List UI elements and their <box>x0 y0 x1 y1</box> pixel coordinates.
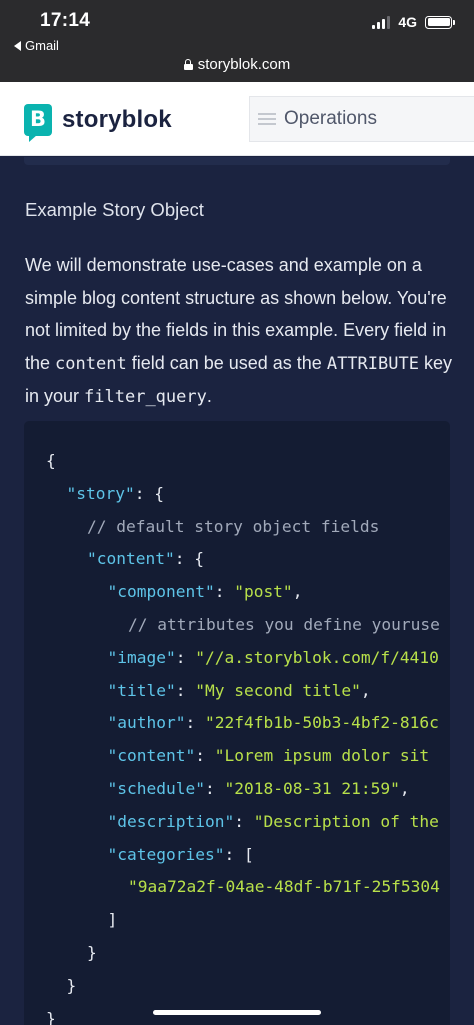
back-app-label: Gmail <box>25 38 59 53</box>
code-token-punc: : { <box>174 549 204 569</box>
code-token-punc: : <box>214 582 235 602</box>
battery-icon <box>425 15 455 29</box>
code-token-punc: } <box>66 975 77 995</box>
operations-menu-button[interactable]: Operations <box>249 96 474 142</box>
code-line: "9aa72a2f-04ae-48df-b71f-25f5304 <box>128 875 440 899</box>
code-token-key: "categories" <box>107 844 225 864</box>
code-token-punc: : <box>185 713 205 733</box>
code-token-punc: ] <box>107 910 118 930</box>
code-token-punc: : <box>175 647 196 667</box>
code-token-str: "9aa72a2f-04ae-48df-b71f-25f5304 <box>128 877 440 897</box>
code-token-punc: , <box>399 779 410 798</box>
operations-menu-label: Operations <box>284 108 377 129</box>
code-line: "description": "Description of the <box>108 810 439 834</box>
code-line: "content": { <box>87 547 204 571</box>
inline-code-content: content <box>55 353 127 374</box>
hamburger-icon <box>258 113 276 125</box>
code-token-punc: : <box>195 746 215 766</box>
code-line: "content": "Lorem ipsum dolor sit <box>108 744 430 768</box>
code-line: } <box>87 941 97 965</box>
code-token-comment: // attributes you define youruse <box>128 615 440 634</box>
code-token-str: "post" <box>234 582 293 602</box>
site-header: B storyblok Operations <box>0 82 474 156</box>
back-to-app-button[interactable]: Gmail <box>14 38 59 53</box>
code-line: "image": "//a.storyblok.com/f/4410 <box>108 646 439 670</box>
code-token-key: "schedule" <box>107 779 205 798</box>
code-line: "author": "22f4fb1b-50b3-4bf2-816c <box>108 711 439 735</box>
signal-strength-icon <box>372 15 391 29</box>
code-block[interactable]: {"story": {// default story object field… <box>24 421 450 1025</box>
logo-text: storyblok <box>62 106 172 133</box>
url-bar[interactable]: storyblok.com <box>0 56 474 73</box>
code-token-punc: : { <box>134 483 164 503</box>
previous-block-edge <box>24 157 450 165</box>
code-token-punc: , <box>292 582 303 602</box>
storyblok-logo[interactable]: B storyblok <box>24 104 172 142</box>
code-token-key: "author" <box>107 713 186 733</box>
code-token-key: "description" <box>107 811 235 831</box>
code-token-str: "Lorem ipsum dolor sit <box>214 746 430 766</box>
code-line: // default story object fields <box>87 515 379 539</box>
code-token-punc: , <box>360 680 371 700</box>
status-bar: 17:14 Gmail 4G storyblok.com <box>0 0 474 82</box>
code-line: { <box>46 449 56 473</box>
code-token-punc: : <box>175 680 196 700</box>
code-token-key: "image" <box>107 647 176 667</box>
inline-code-filter-query: filter_query <box>84 387 207 408</box>
code-token-punc: { <box>46 451 56 470</box>
code-token-punc: } <box>87 943 97 962</box>
code-token-punc: } <box>46 1008 56 1025</box>
main-content: Example Story Object We will demonstrate… <box>0 157 474 1025</box>
code-line: "categories": [ <box>108 843 254 867</box>
back-arrow-icon <box>14 40 21 51</box>
network-type: 4G <box>398 14 417 30</box>
status-indicators: 4G <box>372 14 455 30</box>
code-token-key: "content" <box>107 746 196 766</box>
code-line: } <box>46 1007 56 1025</box>
code-token-key: "content" <box>87 549 175 569</box>
clock: 17:14 <box>40 10 91 31</box>
code-token-str: "//a.storyblok.com/f/4410 <box>195 647 439 667</box>
code-token-str: "2018-08-31 21:59" <box>224 779 400 798</box>
code-token-comment: // default story object fields <box>87 516 380 536</box>
code-token-punc: : <box>234 811 254 831</box>
url-text: storyblok.com <box>197 56 291 73</box>
section-title: Example Story Object <box>25 199 204 220</box>
code-line: // attributes you define youruse <box>128 613 440 637</box>
code-token-punc: : [ <box>224 844 254 864</box>
code-token-key: "title" <box>107 680 176 700</box>
code-token-str: "My second title" <box>195 680 361 700</box>
code-token-str: "Description of the <box>253 811 439 831</box>
inline-code-attribute: ATTRIBUTE <box>326 353 419 374</box>
code-token-key: "story" <box>66 483 135 503</box>
code-line: } <box>67 974 77 998</box>
code-line: "component": "post", <box>108 580 303 604</box>
code-token-str: "22f4fb1b-50b3-4bf2-816c <box>204 713 439 733</box>
code-token-key: "component" <box>107 582 215 602</box>
code-token-punc: : <box>204 779 225 798</box>
code-line: ] <box>108 908 118 932</box>
code-line: "story": { <box>67 482 164 506</box>
home-indicator[interactable] <box>153 1010 321 1015</box>
lock-icon <box>183 59 193 70</box>
intro-paragraph: We will demonstrate use-cases and exampl… <box>25 255 452 408</box>
storyblok-logo-icon: B <box>24 104 52 142</box>
code-line: "title": "My second title", <box>108 679 371 703</box>
code-line: "schedule": "2018-08-31 21:59", <box>108 777 410 801</box>
